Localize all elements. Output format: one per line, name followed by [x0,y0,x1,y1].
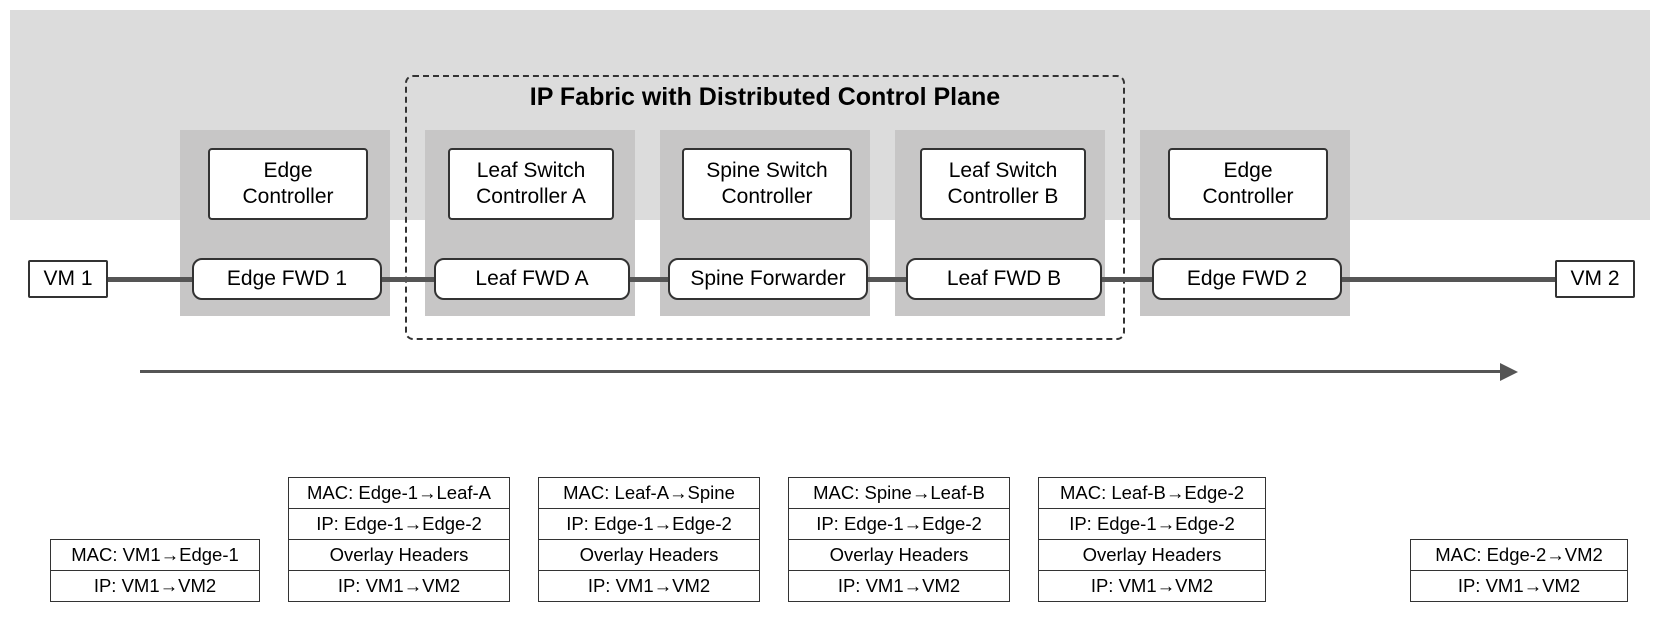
packet-row: IP: VM1→VM2 [539,571,759,601]
packet-row: Overlay Headers [289,540,509,571]
vm1: VM 1 [28,260,108,298]
packet-row: IP: VM1→VM2 [1039,571,1265,601]
packet-hop-1: MAC: Edge-1→Leaf-AIP: Edge-1→Edge-2Overl… [288,477,510,602]
packet-hop-4: MAC: Leaf-B→Edge-2IP: Edge-1→Edge-2Overl… [1038,477,1266,602]
ip-fabric-title: IP Fabric with Distributed Control Plane [407,83,1123,112]
packet-row: IP: Edge-1→Edge-2 [1039,509,1265,540]
packet-hop-2: MAC: Leaf-A→SpineIP: Edge-1→Edge-2Overla… [538,477,760,602]
packet-row: IP: VM1→VM2 [789,571,1009,601]
edge-fwd-2: Edge FWD 2 [1152,258,1342,300]
flow-arrow-line [140,370,1500,373]
vm2: VM 2 [1555,260,1635,298]
leaf-fwd-a-label: Leaf FWD A [475,267,588,291]
spine-fwd: Spine Forwarder [668,258,868,300]
vm1-label: VM 1 [43,267,92,291]
packet-row: Overlay Headers [789,540,1009,571]
spine-controller: Spine SwitchController [682,148,852,220]
edge-controller-1: EdgeController [208,148,368,220]
edge-fwd-1: Edge FWD 1 [192,258,382,300]
packet-row: Overlay Headers [539,540,759,571]
packet-row: Overlay Headers [1039,540,1265,571]
packet-row: IP: VM1→VM2 [289,571,509,601]
packet-row: IP: VM1→VM2 [51,571,259,601]
packet-row: IP: Edge-1→Edge-2 [789,509,1009,540]
packet-row: IP: Edge-1→Edge-2 [539,509,759,540]
vm2-label: VM 2 [1570,267,1619,291]
edge-fwd-2-label: Edge FWD 2 [1187,267,1307,291]
leaf-fwd-b: Leaf FWD B [906,258,1102,300]
edge-fwd-1-label: Edge FWD 1 [227,267,347,291]
packet-row: IP: VM1→VM2 [1411,571,1627,601]
packet-row: MAC: Leaf-B→Edge-2 [1039,478,1265,509]
leaf-controller-b: Leaf SwitchController B [920,148,1086,220]
leaf-fwd-b-label: Leaf FWD B [947,267,1061,291]
packet-row: MAC: Leaf-A→Spine [539,478,759,509]
diagram-canvas: S N N S IP Fabric with Distributed Contr… [10,10,1650,610]
packet-row: MAC: Edge-1→Leaf-A [289,478,509,509]
packet-row: MAC: Edge-2→VM2 [1411,540,1627,571]
packet-hop-3: MAC: Spine→Leaf-BIP: Edge-1→Edge-2Overla… [788,477,1010,602]
packet-row: IP: Edge-1→Edge-2 [289,509,509,540]
flow-arrow-head-icon [1500,363,1518,381]
packet-row: MAC: Spine→Leaf-B [789,478,1009,509]
leaf-controller-a: Leaf SwitchController A [448,148,614,220]
edge-controller-2: EdgeController [1168,148,1328,220]
packet-hop-5: MAC: Edge-2→VM2IP: VM1→VM2 [1410,539,1628,602]
packet-hop-0: MAC: VM1→Edge-1IP: VM1→VM2 [50,539,260,602]
spine-fwd-label: Spine Forwarder [690,267,845,291]
packet-row: MAC: VM1→Edge-1 [51,540,259,571]
leaf-fwd-a: Leaf FWD A [434,258,630,300]
